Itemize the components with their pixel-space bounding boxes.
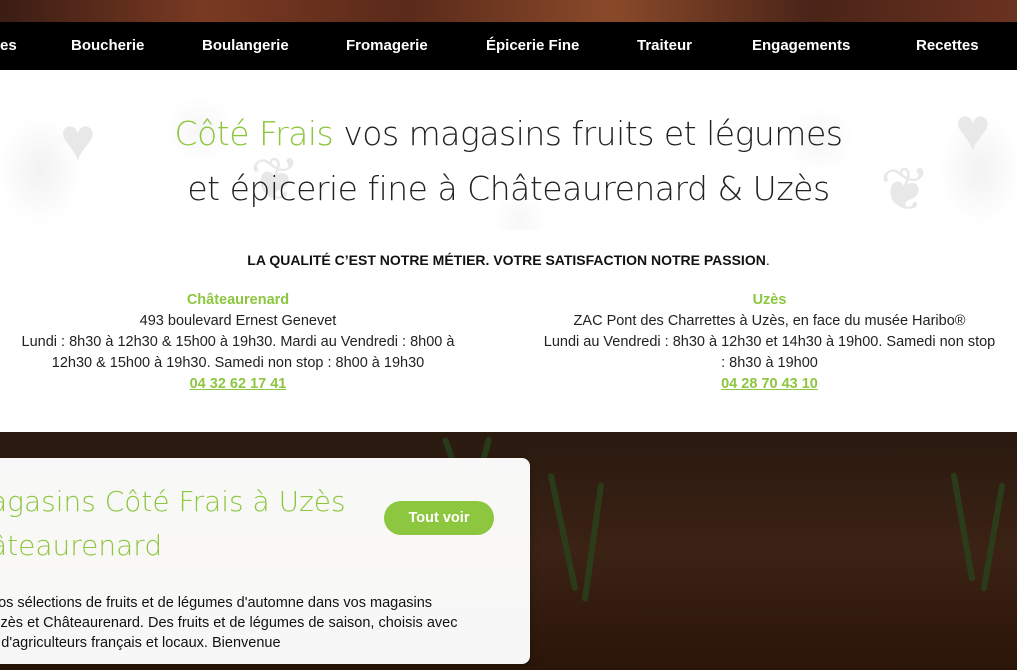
page-title: Côté Frais vos magasins fruits et légume… <box>0 106 1017 216</box>
store-hours-line1: Lundi au Vendredi : 8h30 à 12h30 et 14h3… <box>543 334 996 350</box>
store-info-uzes: Uzès ZAC Pont des Charrettes à Uzès, en … <box>522 290 1017 395</box>
store-hours-line1: Lundi : 8h30 à 12h30 & 15h00 à 19h30. Ma… <box>21 334 455 350</box>
tagline: LA QUALITÉ C’EST NOTRE MÉTIER. VOTRE SAT… <box>247 252 770 268</box>
top-banner-image <box>0 0 1017 22</box>
title-line1: vos magasins fruits et légumes <box>333 114 843 153</box>
see-all-button[interactable]: Tout voir <box>384 501 494 535</box>
promo-title: agasins Côté Frais à Uzès âteaurenard <box>0 485 346 562</box>
nav-item-engagements[interactable]: Engagements <box>752 22 850 70</box>
store-info-chateaurenard: Châteaurenard 493 boulevard Ernest Genev… <box>0 290 478 395</box>
nav-item-recettes[interactable]: Recettes <box>916 22 979 70</box>
title-line2: et épicerie fine à Châteaurenard & Uzès <box>187 169 830 208</box>
store-name: Châteaurenard <box>186 292 290 308</box>
nav-item-boucherie[interactable]: Boucherie <box>71 22 144 70</box>
nav-item-traiteur[interactable]: Traiteur <box>637 22 692 70</box>
nav-item-partial[interactable]: es <box>0 22 17 70</box>
store-phone-link[interactable]: 04 28 70 43 10 <box>721 376 818 392</box>
store-address: 493 boulevard Ernest Genevet <box>139 313 337 329</box>
store-phone-link[interactable]: 04 32 62 17 41 <box>190 376 287 392</box>
brand-name: Côté Frais <box>174 114 334 153</box>
nav-item-fromagerie[interactable]: Fromagerie <box>346 22 428 70</box>
nav-item-epicerie-fine[interactable]: Épicerie Fine <box>486 22 579 70</box>
store-hours-line2: : 8h30 à 19h00 <box>721 355 818 371</box>
store-address: ZAC Pont des Charrettes à Uzès, en face … <box>573 313 966 329</box>
promo-description: nos sélections de fruits et de légumes d… <box>0 595 458 651</box>
store-name: Uzès <box>752 292 787 308</box>
main-nav: es Boucherie Boulangerie Fromagerie Épic… <box>0 22 1017 70</box>
store-hours-line2: 12h30 & 15h00 à 19h30. Samedi non stop :… <box>51 355 425 371</box>
promo-card: agasins Côté Frais à Uzès âteaurenard To… <box>0 458 530 664</box>
nav-item-boulangerie[interactable]: Boulangerie <box>202 22 289 70</box>
